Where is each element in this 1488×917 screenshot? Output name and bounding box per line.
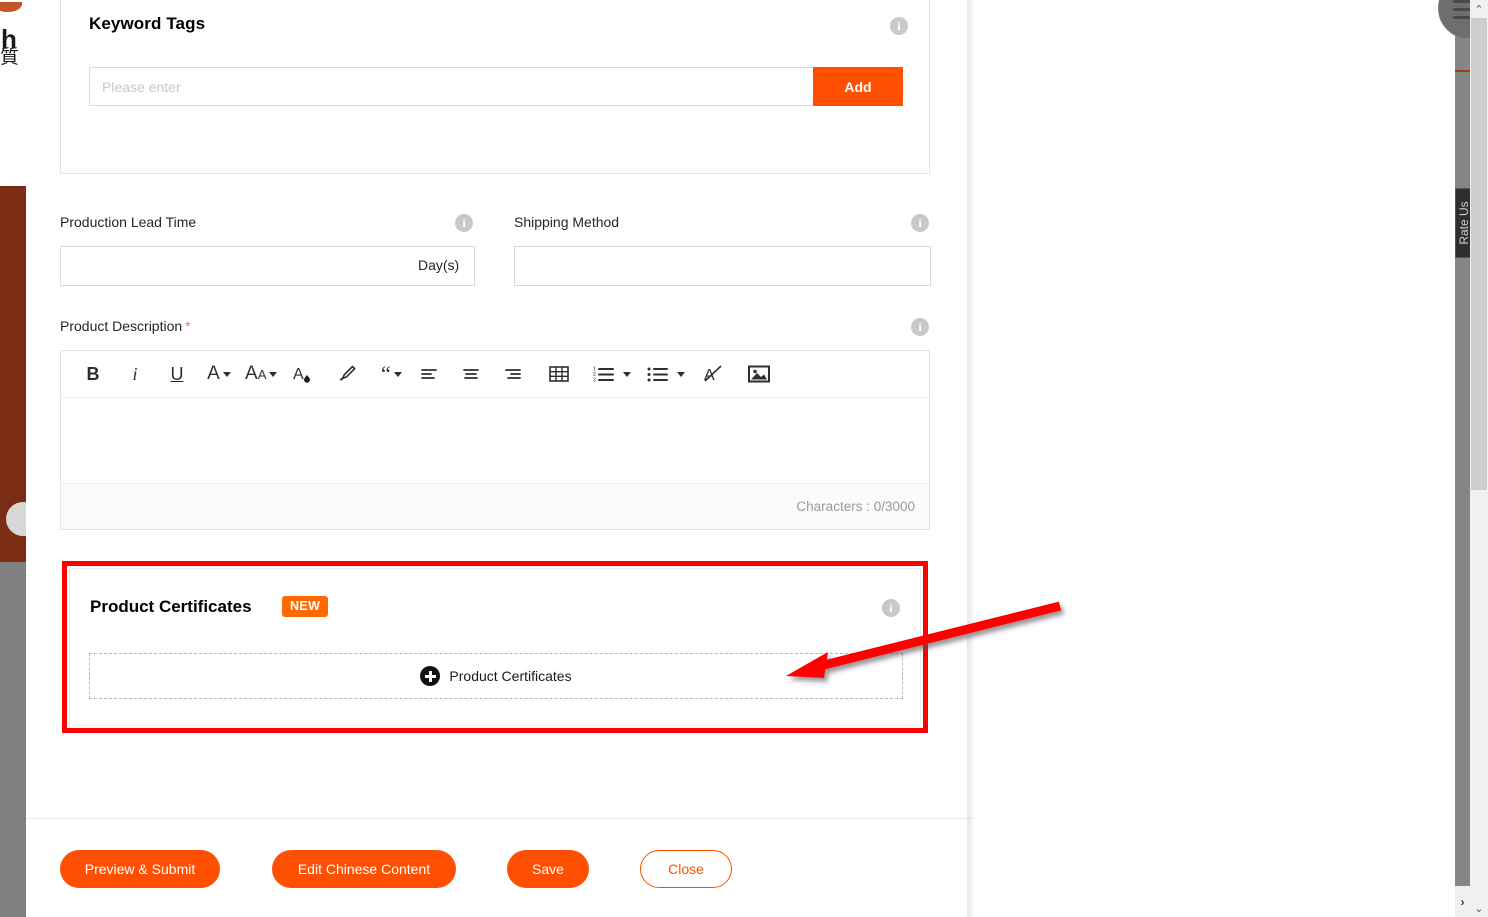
blockquote-icon[interactable]: “ <box>379 357 403 391</box>
editor-toolbar: B i U A AA A “ 1 2 3 A <box>61 351 929 398</box>
orange-divider <box>1455 70 1470 72</box>
product-certificates-info-icon[interactable]: i <box>882 599 900 617</box>
save-button[interactable]: Save <box>507 850 589 888</box>
vertical-scrollbar[interactable]: ⌃ ⌄ <box>1470 0 1488 917</box>
scroll-right-arrow-icon[interactable]: › <box>1455 886 1470 917</box>
keyword-tags-info-icon[interactable]: i <box>890 17 908 35</box>
align-right-icon[interactable] <box>501 357 525 391</box>
bold-icon[interactable]: B <box>81 357 105 391</box>
required-asterisk: * <box>185 318 191 334</box>
product-certificates-section: Product Certificates NEW i Product Certi… <box>69 568 921 726</box>
chevron-down-icon <box>393 371 402 377</box>
new-badge: NEW <box>282 596 329 617</box>
left-banner-circle <box>6 502 26 536</box>
product-description-label-text: Product Description <box>60 318 183 334</box>
preview-submit-button[interactable]: Preview & Submit <box>60 850 220 888</box>
shipping-method-info-icon[interactable]: i <box>911 214 929 232</box>
highlight-icon[interactable] <box>335 357 359 391</box>
right-gray-column <box>1455 0 1470 917</box>
left-cjk-fragment: 質 <box>0 46 20 68</box>
svg-text:3: 3 <box>593 378 596 384</box>
production-lead-time-unit: Day(s) <box>418 257 460 273</box>
close-button[interactable]: Close <box>640 850 732 888</box>
vertical-scrollbar-thumb[interactable] <box>1471 18 1487 490</box>
product-description-info-icon[interactable]: i <box>911 318 929 336</box>
shipping-method-label: Shipping Method <box>514 214 620 230</box>
scroll-up-arrow-icon[interactable]: ⌃ <box>1470 0 1488 18</box>
italic-icon[interactable]: i <box>123 357 147 391</box>
rate-us-tab-label: Rate Us <box>1456 201 1471 245</box>
chevron-down-icon <box>623 371 632 377</box>
scroll-down-arrow-icon[interactable]: ⌄ <box>1470 899 1488 917</box>
left-browser-strip: h 質 <box>0 0 26 917</box>
align-left-icon[interactable] <box>417 357 441 391</box>
product-certificates-title: Product Certificates <box>90 597 252 616</box>
chevron-down-icon <box>222 371 231 377</box>
keyword-tags-input-row: Add <box>89 67 903 106</box>
production-lead-time-input[interactable] <box>60 246 475 286</box>
bullet-list-icon[interactable] <box>647 357 686 391</box>
font-color-icon[interactable]: A <box>291 357 315 391</box>
action-bar: Preview & Submit Edit Chinese Content Sa… <box>26 818 974 917</box>
edit-chinese-content-button[interactable]: Edit Chinese Content <box>272 850 456 888</box>
keyword-tags-title: Keyword Tags <box>89 14 206 33</box>
production-lead-time-label: Production Lead Time <box>60 214 197 230</box>
underline-icon[interactable]: U <box>165 357 189 391</box>
font-size-icon[interactable]: AA <box>245 357 278 391</box>
ordered-list-icon[interactable]: 1 2 3 <box>593 357 632 391</box>
plus-icon <box>420 666 441 686</box>
right-backdrop <box>975 0 1488 917</box>
keyword-tag-input[interactable] <box>89 67 813 106</box>
product-certificates-dropzone-label: Product Certificates <box>449 668 572 684</box>
production-lead-time-info-icon[interactable]: i <box>455 214 473 232</box>
screen-root: h 質 Keyword Tags i Add Production Lead T… <box>0 0 1488 917</box>
add-keyword-button[interactable]: Add <box>813 67 903 106</box>
insert-image-icon[interactable] <box>747 357 771 391</box>
svg-text:A: A <box>293 366 304 383</box>
table-icon[interactable] <box>547 357 571 391</box>
chevron-down-icon <box>269 371 278 377</box>
chevron-down-icon <box>677 371 686 377</box>
editor-footer: Characters : 0/3000 <box>61 483 929 529</box>
product-description-label: Product Description * <box>60 318 191 334</box>
left-partial-panel: h 質 <box>0 14 26 186</box>
product-certificates-dropzone[interactable]: Product Certificates <box>89 653 903 699</box>
keyword-tags-section: Keyword Tags i Add <box>60 0 930 174</box>
page-right-shadow <box>967 0 975 917</box>
product-description-textarea[interactable] <box>61 399 929 483</box>
shipping-method-input[interactable] <box>514 246 931 286</box>
font-family-icon[interactable]: A <box>207 357 231 391</box>
product-description-editor: B i U A AA A “ 1 2 3 A Characters: 0/30… <box>60 350 930 530</box>
clear-format-icon[interactable]: A <box>701 357 725 391</box>
character-counter: Characters : 0/3000 <box>796 499 915 514</box>
align-center-icon[interactable] <box>459 357 483 391</box>
left-brown-banner <box>0 186 26 562</box>
